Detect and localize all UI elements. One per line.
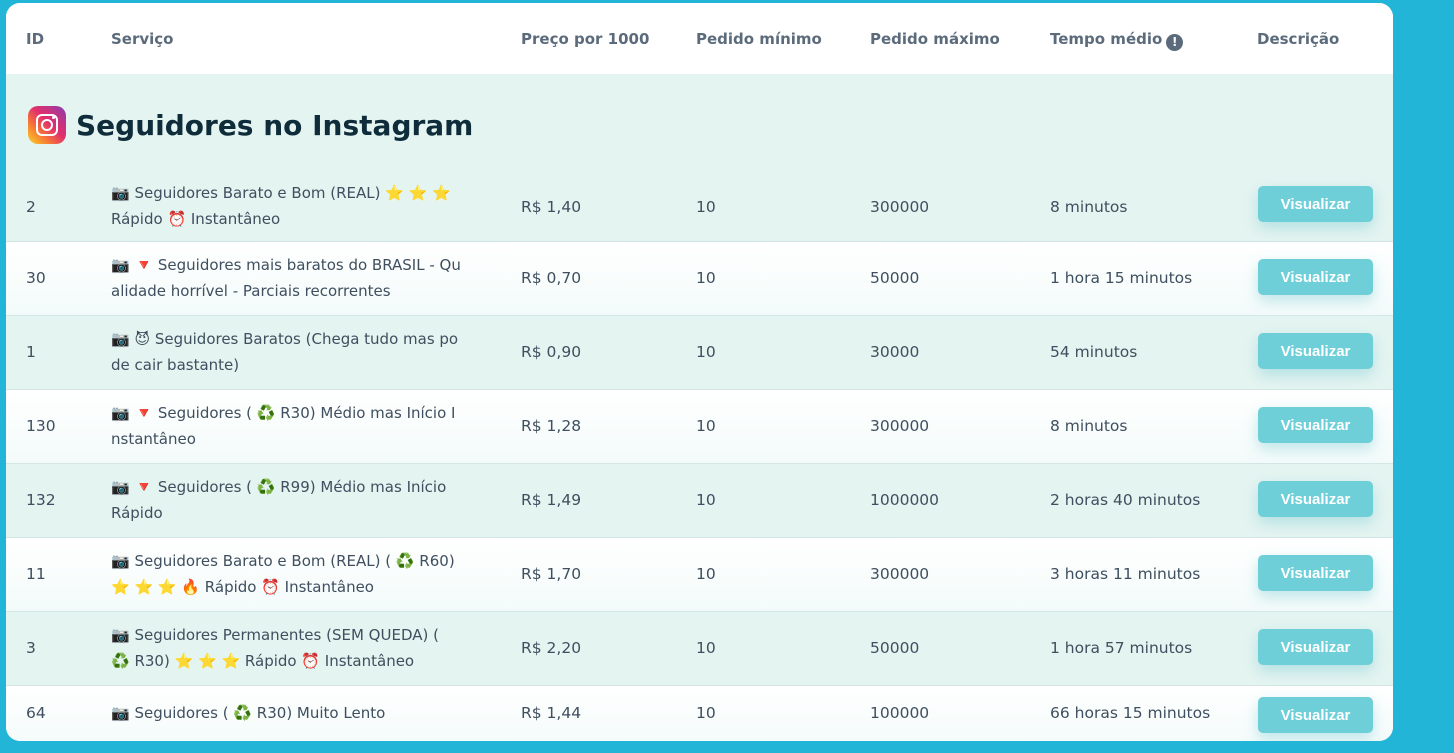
service-max: 300000 [870,198,930,216]
service-time: 2 horas 40 minutos [1050,491,1201,509]
service-max: 1000000 [870,491,940,509]
service-min: 10 [696,198,716,216]
service-price: R$ 2,20 [521,639,582,657]
service-max: 30000 [870,343,920,361]
service-id: 132 [26,491,56,509]
service-id: 30 [26,269,46,287]
service-name: 📷 Seguidores Permanentes (SEM QUEDA) ( ♻… [111,626,439,670]
service-id: 64 [26,704,46,722]
service-id: 130 [26,417,56,435]
table-row: 64 📷 Seguidores ( ♻️ R30) Muito Lento R$… [6,686,1393,741]
service-name: 📷 🔻 Seguidores ( ♻️ R99) Médio mas Iníci… [111,478,447,522]
table-row: 2 📷 Seguidores Barato e Bom (REAL) ⭐ ⭐ ⭐… [6,174,1393,242]
view-button[interactable]: Visualizar [1258,555,1373,591]
service-price: R$ 1,40 [521,198,582,216]
view-button[interactable]: Visualizar [1258,481,1373,517]
service-price: R$ 1,49 [521,491,582,509]
service-max: 300000 [870,565,930,583]
table-row: 132 📷 🔻 Seguidores ( ♻️ R99) Médio mas I… [6,464,1393,538]
service-price: R$ 0,70 [521,269,582,287]
service-price: R$ 1,70 [521,565,582,583]
service-price: R$ 1,28 [521,417,582,435]
service-id: 2 [26,198,36,216]
service-min: 10 [696,491,716,509]
service-price: R$ 0,90 [521,343,582,361]
service-time: 8 minutos [1050,198,1128,216]
view-button[interactable]: Visualizar [1258,407,1373,443]
header-min-order: Pedido mínimo [696,30,822,48]
service-time: 1 hora 57 minutos [1050,639,1193,657]
service-time: 54 minutos [1050,343,1138,361]
service-time: 66 horas 15 minutos [1050,704,1211,722]
service-price: R$ 1,44 [521,704,582,722]
service-min: 10 [696,565,716,583]
table-row: 1 📷 😈 Seguidores Baratos (Chega tudo mas… [6,316,1393,390]
service-time: 1 hora 15 minutos [1050,269,1193,287]
service-max: 100000 [870,704,930,722]
table-row: 11 📷 Seguidores Barato e Bom (REAL) ( ♻️… [6,538,1393,612]
view-button[interactable]: Visualizar [1258,186,1373,222]
table-row: 3 📷 Seguidores Permanentes (SEM QUEDA) (… [6,612,1393,686]
service-id: 11 [26,565,46,583]
header-avg-time-label: Tempo médio [1050,30,1163,48]
service-max: 50000 [870,639,920,657]
service-id: 3 [26,639,36,657]
service-name: 📷 🔻 Seguidores ( ♻️ R30) Médio mas Iníci… [111,404,456,448]
category-title: Seguidores no Instagram [76,109,474,142]
service-name: 📷 Seguidores Barato e Bom (REAL) ( ♻️ R6… [111,552,455,596]
service-min: 10 [696,704,716,722]
info-icon[interactable]: ! [1166,34,1184,51]
service-name: 📷 Seguidores Barato e Bom (REAL) ⭐ ⭐ ⭐ R… [111,184,451,228]
table-row: 130 📷 🔻 Seguidores ( ♻️ R30) Médio mas I… [6,390,1393,464]
header-description: Descrição [1257,30,1340,48]
header-service: Serviço [111,30,174,48]
header-id: ID [26,30,45,48]
services-table-card: ID Serviço Preço por 1000 Pedido mínimo … [6,3,1393,741]
service-name: 📷 🔻 Seguidores mais baratos do BRASIL - … [111,256,461,300]
header-max-order: Pedido máximo [870,30,1000,48]
header-price: Preço por 1000 [521,30,650,48]
service-name: 📷 😈 Seguidores Baratos (Chega tudo mas p… [111,330,459,374]
view-button[interactable]: Visualizar [1258,333,1373,369]
service-min: 10 [696,343,716,361]
service-max: 300000 [870,417,930,435]
view-button[interactable]: Visualizar [1258,259,1373,295]
service-min: 10 [696,417,716,435]
table-row: 30 📷 🔻 Seguidores mais baratos do BRASIL… [6,242,1393,316]
service-time: 8 minutos [1050,417,1128,435]
header-avg-time: Tempo médio! [1050,30,1184,51]
service-min: 10 [696,639,716,657]
instagram-icon [28,106,66,144]
service-name: 📷 Seguidores ( ♻️ R30) Muito Lento [111,704,386,722]
service-max: 50000 [870,269,920,287]
service-id: 1 [26,343,36,361]
service-min: 10 [696,269,716,287]
view-button[interactable]: Visualizar [1258,697,1373,733]
view-button[interactable]: Visualizar [1258,629,1373,665]
service-time: 3 horas 11 minutos [1050,565,1201,583]
table-header: ID Serviço Preço por 1000 Pedido mínimo … [6,3,1393,74]
